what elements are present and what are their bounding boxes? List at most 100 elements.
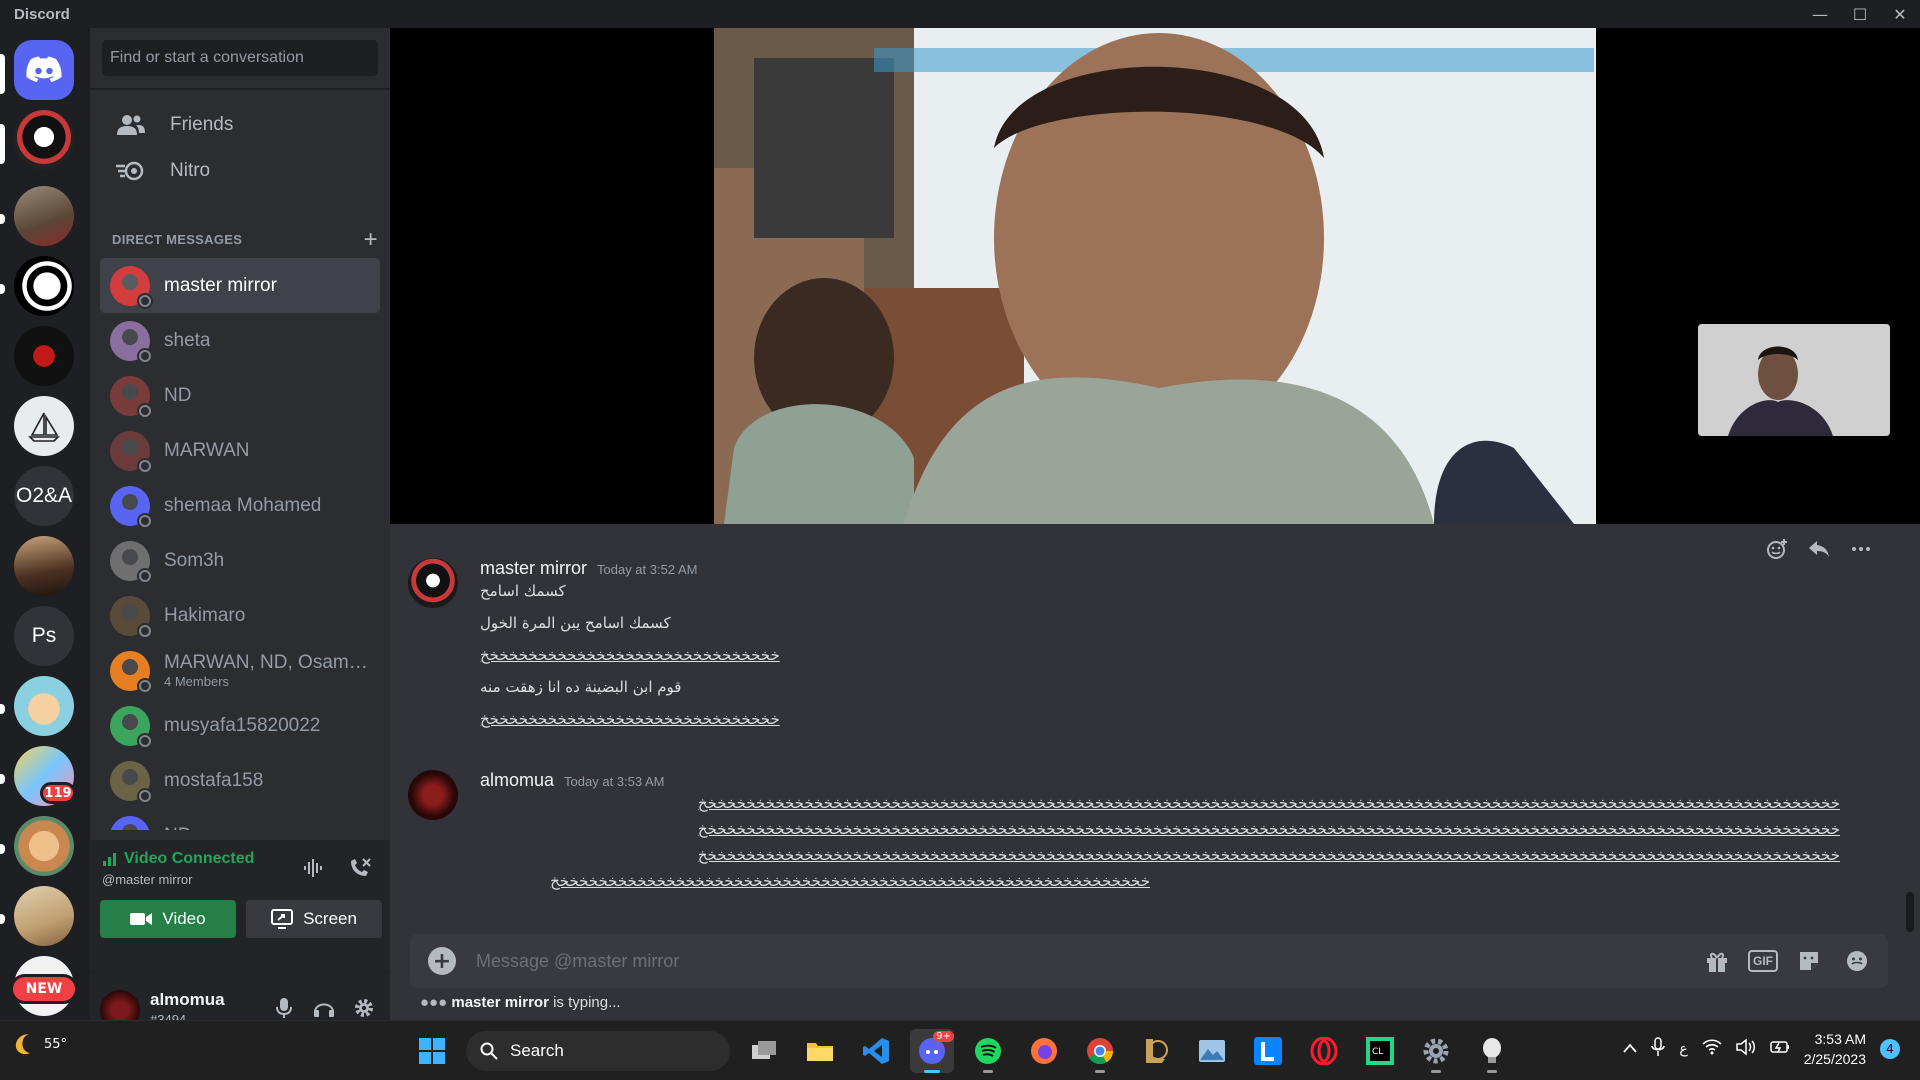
video-stage xyxy=(390,28,1920,524)
server-5[interactable] xyxy=(14,326,74,386)
bulb-app-button[interactable] xyxy=(1470,1029,1514,1073)
server-4[interactable] xyxy=(14,256,74,316)
taskbar-search[interactable]: Search xyxy=(466,1031,730,1071)
voice-status[interactable]: Video Connected xyxy=(102,850,254,868)
discord-taskbar-button[interactable]: 9+ xyxy=(910,1029,954,1073)
dm-item[interactable]: MARWAN, ND, Osama... 4 Members xyxy=(100,643,380,698)
reply-icon xyxy=(1809,541,1829,557)
gif-button[interactable]: GIF xyxy=(1748,950,1778,972)
discord-logo-icon xyxy=(26,56,62,82)
video-button[interactable]: Video xyxy=(100,900,236,938)
league-button[interactable] xyxy=(1134,1029,1178,1073)
remote-video-feed[interactable] xyxy=(714,28,1596,524)
dm-item[interactable]: shemaa Mohamed xyxy=(100,478,380,533)
dm-item[interactable]: sheta xyxy=(100,313,380,368)
file-explorer-button[interactable] xyxy=(798,1029,842,1073)
gear-icon xyxy=(355,999,373,1017)
message-composer: + Message @master mirror GIF xyxy=(410,934,1888,988)
create-dm-button[interactable]: + xyxy=(364,226,378,254)
taskbar-clock[interactable]: 3:53 AM 2/25/2023 xyxy=(1804,1029,1866,1069)
server-penguin[interactable] xyxy=(14,110,74,170)
message-author[interactable]: almomua Today at 3:53 AM xyxy=(480,770,664,791)
gift-button[interactable] xyxy=(1700,944,1734,978)
server-ps[interactable]: Ps xyxy=(14,606,74,666)
chat-scrollbar[interactable] xyxy=(1906,892,1914,932)
spotify-button[interactable] xyxy=(966,1029,1010,1073)
more-button[interactable] xyxy=(1844,532,1878,566)
status-indicator xyxy=(137,347,153,364)
chevron-up-icon[interactable] xyxy=(1623,1041,1638,1057)
dm-item[interactable]: MARWAN xyxy=(100,423,380,478)
emoji-button[interactable] xyxy=(1840,944,1874,978)
close-button[interactable]: ✕ xyxy=(1880,0,1920,28)
dm-sidebar: Find or start a conversation Friends Nit… xyxy=(90,28,390,1048)
nitro-icon xyxy=(116,156,146,186)
noise-suppression-button[interactable] xyxy=(298,852,330,884)
server-6[interactable] xyxy=(14,396,74,456)
l-app-button[interactable] xyxy=(1246,1029,1290,1073)
dm-item[interactable]: master mirror xyxy=(100,258,380,313)
add-reaction-button[interactable] xyxy=(1760,532,1794,566)
dm-name: shemaa Mohamed xyxy=(164,494,322,516)
home-button[interactable] xyxy=(14,40,74,100)
disconnect-button[interactable] xyxy=(344,852,376,884)
dm-item[interactable]: Som3h xyxy=(100,533,380,588)
dm-item[interactable]: mostafa158 xyxy=(100,753,380,808)
dm-text: mostafa158 xyxy=(164,770,263,792)
avatar[interactable] xyxy=(408,770,458,820)
minimize-button[interactable]: — xyxy=(1800,0,1840,28)
typing-text: is typing... xyxy=(548,994,621,1011)
friends-label: Friends xyxy=(170,114,234,135)
wifi-icon[interactable] xyxy=(1702,1039,1722,1059)
message-line: كسمك اسامح يبن المرة الخول xyxy=(480,614,671,632)
server-8[interactable] xyxy=(14,536,74,596)
chrome-button[interactable] xyxy=(1078,1029,1122,1073)
reply-button[interactable] xyxy=(1802,532,1836,566)
server-3[interactable] xyxy=(14,186,74,246)
friends-nav[interactable]: Friends xyxy=(100,100,380,150)
message-line: كسمك اسامح xyxy=(480,582,566,600)
conversation-search[interactable]: Find or start a conversation xyxy=(102,40,378,76)
maximize-button[interactable]: ☐ xyxy=(1840,0,1880,28)
emoji-icon xyxy=(1847,951,1867,971)
dm-item[interactable]: ND xyxy=(100,368,380,423)
nitro-nav[interactable]: Nitro xyxy=(100,146,380,196)
dm-item[interactable]: musyafa15820022 xyxy=(100,698,380,753)
opera-button[interactable] xyxy=(1302,1029,1346,1073)
task-view-button[interactable] xyxy=(742,1029,786,1073)
message-author[interactable]: master mirror Today at 3:52 AM xyxy=(480,558,697,579)
dm-list: master mirror sheta ND MARWAN shemaa Mohamed… xyxy=(100,258,380,830)
clion-button[interactable]: CL xyxy=(1358,1029,1402,1073)
avatar xyxy=(110,375,153,419)
dm-item[interactable]: Hakimaro xyxy=(100,588,380,643)
microphone-tray-icon[interactable] xyxy=(1651,1037,1666,1061)
photos-button[interactable] xyxy=(1190,1029,1234,1073)
dm-name: ND xyxy=(164,384,192,406)
settings-app-button[interactable] xyxy=(1414,1029,1458,1073)
battery-icon[interactable] xyxy=(1769,1040,1790,1058)
author-name[interactable]: almomua xyxy=(480,770,554,790)
server-12[interactable] xyxy=(14,816,74,876)
firefox-button[interactable] xyxy=(1022,1029,1066,1073)
start-button[interactable] xyxy=(410,1029,454,1073)
server-10[interactable] xyxy=(14,676,74,736)
sticker-button[interactable] xyxy=(1792,944,1826,978)
avatar[interactable] xyxy=(408,558,458,608)
voice-buttons xyxy=(298,852,376,884)
server-13[interactable] xyxy=(14,886,74,946)
self-video-pip[interactable] xyxy=(1698,324,1890,436)
screen-share-button[interactable]: Screen xyxy=(246,900,382,938)
search-icon xyxy=(480,1042,498,1060)
dm-name: Som3h xyxy=(164,549,225,571)
author-name[interactable]: master mirror xyxy=(480,558,587,578)
server-o2a[interactable]: O2&A xyxy=(14,466,74,526)
dm-item[interactable]: ND xyxy=(100,808,380,830)
input-language[interactable]: ع xyxy=(1679,1041,1687,1057)
weather-widget[interactable]: 55° xyxy=(12,1031,67,1057)
notification-count[interactable]: 4 xyxy=(1880,1039,1900,1059)
vscode-button[interactable] xyxy=(854,1029,898,1073)
message-input[interactable]: Message @master mirror xyxy=(476,951,1700,972)
volume-icon[interactable] xyxy=(1735,1038,1756,1060)
clock-date: 2/25/2023 xyxy=(1803,1051,1866,1067)
attach-button[interactable]: + xyxy=(428,947,456,975)
